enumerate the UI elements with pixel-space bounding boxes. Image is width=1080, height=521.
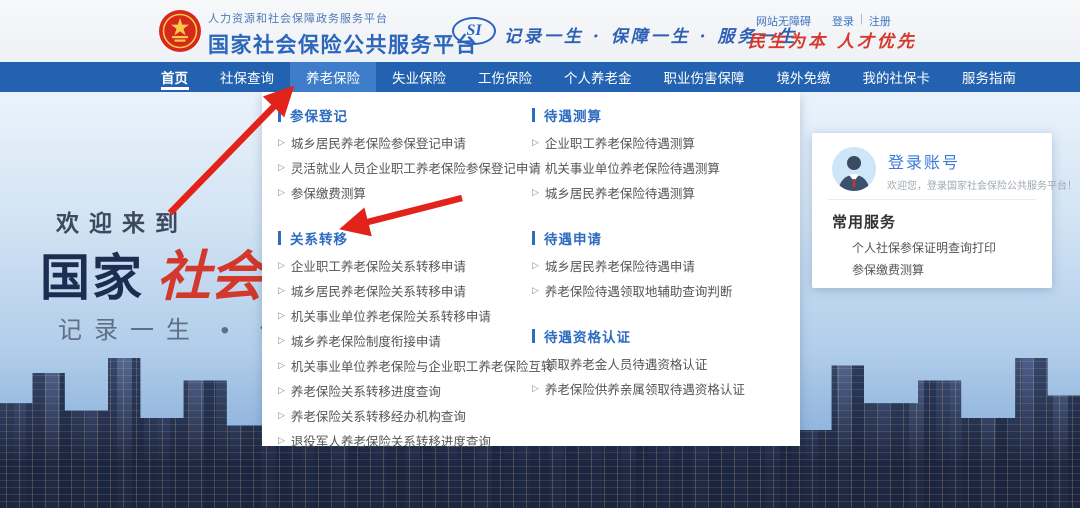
service-link[interactable]: 个人社保参保证明查询打印 — [852, 237, 996, 259]
nav-item-occupational-injury[interactable]: 职业伤害保障 — [648, 62, 761, 92]
site-title: 国家社会保险公共服务平台 — [208, 29, 478, 59]
section-bar-icon — [532, 108, 535, 122]
item-arrow-icon: ▷ — [278, 435, 285, 446]
item-arrow-icon: ▷ — [278, 285, 285, 296]
menu-section-relation-transfer: 关系转移 ▷ 企业职工养老保险关系转移申请 ▷ 城乡居民养老保险关系转移申请 — [278, 229, 530, 453]
nav-item-my-social-security-card[interactable]: 我的社保卡 — [847, 62, 947, 92]
item-arrow-icon: ▷ — [532, 137, 539, 148]
section-title: 待遇资格认证 — [544, 326, 631, 346]
dropdown-column-2: 待遇测算 ▷ 企业职工养老保险待遇测算 ▷ 机关事业单位养老保险待遇测算 — [532, 106, 784, 401]
item-arrow-icon: ▷ — [278, 360, 285, 371]
menu-item-list: ▷ 领取养老金人员待遇资格认证 ▷ 养老保险供养亲属领取待遇资格认证 — [532, 351, 784, 401]
menu-section-benefit-calculation: 待遇测算 ▷ 企业职工养老保险待遇测算 ▷ 机关事业单位养老保险待遇测算 — [532, 106, 784, 205]
menu-item-list: ▷ 城乡居民养老保险待遇申请 ▷ 养老保险待遇领取地辅助查询判断 — [532, 253, 784, 303]
pension-dropdown-menu: 参保登记 ▷ 城乡居民养老保险参保登记申请 ▷ 灵活就业人员企业职工养老保险参保… — [262, 92, 800, 446]
account-card: 登录账号 欢迎您，登录国家社会保险公共服务平台！ 常用服务 个人社保参保证明查询… — [812, 133, 1052, 288]
nav-item-overseas-exemption[interactable]: 境外免缴 — [761, 62, 847, 92]
menu-item[interactable]: ▷ 灵活就业人员企业职工养老保险参保登记申请 — [278, 155, 530, 180]
item-arrow-icon: ▷ — [532, 383, 539, 394]
section-bar-icon — [278, 108, 281, 122]
common-services-title: 常用服务 — [832, 211, 896, 232]
item-arrow-icon: ▷ — [532, 187, 539, 198]
section-title: 待遇测算 — [544, 105, 602, 125]
nav-item-service-guide[interactable]: 服务指南 — [946, 62, 1032, 92]
menu-item-list: ▷ 城乡居民养老保险参保登记申请 ▷ 灵活就业人员企业职工养老保险参保登记申请 … — [278, 130, 530, 205]
menu-item[interactable]: ▷ 城乡居民养老保险参保登记申请 — [278, 130, 530, 155]
menu-section-benefit-qualification: 待遇资格认证 ▷ 领取养老金人员待遇资格认证 ▷ 养老保险供养亲属领取待遇资格认… — [532, 327, 784, 401]
menu-section-registration: 参保登记 ▷ 城乡居民养老保险参保登记申请 ▷ 灵活就业人员企业职工养老保险参保… — [278, 106, 530, 205]
nav-item-social-insurance-query[interactable]: 社保查询 — [204, 62, 290, 92]
item-arrow-icon: ▷ — [278, 385, 285, 396]
hero-banner: 欢迎来到 国家 社会保险 记录一生 • 保障一生 参保登记 ▷ 城乡居民养老保险… — [0, 92, 1080, 508]
item-arrow-icon: ▷ — [278, 137, 285, 148]
section-bar-icon — [532, 329, 535, 343]
item-arrow-icon: ▷ — [278, 335, 285, 346]
services-list: 个人社保参保证明查询打印 参保缴费测算 — [852, 237, 996, 281]
item-arrow-icon: ▷ — [278, 162, 285, 173]
menu-item[interactable]: ▷ 城乡居民养老保险待遇申请 — [532, 253, 784, 278]
menu-item[interactable]: ▷ 参保缴费测算 — [278, 180, 530, 205]
nav-item-work-injury-insurance[interactable]: 工伤保险 — [462, 62, 548, 92]
item-arrow-icon: ▷ — [532, 285, 539, 296]
menu-item[interactable]: ▷ 领取养老金人员待遇资格认证 — [532, 351, 784, 376]
user-avatar-icon — [832, 147, 876, 191]
service-link[interactable]: 参保缴费测算 — [852, 259, 996, 281]
menu-item[interactable]: ▷ 养老保险供养亲属领取待遇资格认证 — [532, 376, 784, 401]
menu-item-list: ▷ 企业职工养老保险关系转移申请 ▷ 城乡居民养老保险关系转移申请 ▷ 机关事业… — [278, 253, 530, 453]
si-logo-icon: SI — [452, 17, 496, 45]
motto-calligraphy: 民生为本 人才优先 — [748, 27, 917, 52]
menu-item[interactable]: ▷ 企业职工养老保险待遇测算 — [532, 130, 784, 155]
nav-item-pension-insurance[interactable]: 养老保险 — [290, 62, 376, 92]
menu-item[interactable]: ▷ 城乡养老保险制度衔接申请 — [278, 328, 530, 353]
nav-item-home[interactable]: 首页 — [145, 62, 204, 92]
hero-title-dark: 国家 — [40, 250, 144, 306]
item-arrow-icon: ▷ — [278, 310, 285, 321]
main-navbar: 首页 社保查询 养老保险 失业保险 工伤保险 个人养老金 职业伤害保障 境外免缴… — [0, 62, 1080, 92]
section-bar-icon — [278, 231, 281, 245]
divider — [828, 199, 1036, 200]
welcome-text: 欢迎您，登录国家社会保险公共服务平台！ — [887, 177, 1077, 192]
brand-block: 人力资源和社会保障政务服务平台 国家社会保险公共服务平台 — [208, 10, 478, 59]
menu-item[interactable]: ▷ 城乡居民养老保险待遇测算 — [532, 180, 784, 205]
item-arrow-icon: ▷ — [532, 162, 539, 173]
section-title: 参保登记 — [290, 105, 348, 125]
menu-item[interactable]: ▷ 企业职工养老保险关系转移申请 — [278, 253, 530, 278]
section-title: 关系转移 — [290, 228, 348, 248]
item-arrow-icon: ▷ — [278, 410, 285, 421]
menu-item[interactable]: ▷ 机关事业单位养老保险关系转移申请 — [278, 303, 530, 328]
menu-item[interactable]: ▷ 城乡居民养老保险关系转移申请 — [278, 278, 530, 303]
menu-item[interactable]: ▷ 退役军人养老保险关系转移进度查询 — [278, 428, 530, 453]
item-arrow-icon: ▷ — [532, 358, 539, 369]
nav-item-personal-pension[interactable]: 个人养老金 — [548, 62, 648, 92]
item-arrow-icon: ▷ — [532, 260, 539, 271]
menu-item-list: ▷ 企业职工养老保险待遇测算 ▷ 机关事业单位养老保险待遇测算 ▷ 城乡居民养老… — [532, 130, 784, 205]
login-account-link[interactable]: 登录账号 — [888, 149, 960, 173]
top-header: 人力资源和社会保障政务服务平台 国家社会保险公共服务平台 SI 记录一生 · 保… — [0, 0, 1080, 62]
dropdown-column-1: 参保登记 ▷ 城乡居民养老保险参保登记申请 ▷ 灵活就业人员企业职工养老保险参保… — [278, 106, 530, 453]
section-title: 待遇申请 — [544, 228, 602, 248]
menu-item[interactable]: ▷ 养老保险待遇领取地辅助查询判断 — [532, 278, 784, 303]
menu-item[interactable]: ▷ 养老保险关系转移经办机构查询 — [278, 403, 530, 428]
item-arrow-icon: ▷ — [278, 187, 285, 198]
menu-item[interactable]: ▷ 机关事业单位养老保险待遇测算 — [532, 155, 784, 180]
national-emblem-icon — [158, 9, 202, 53]
nav-item-unemployment-insurance[interactable]: 失业保险 — [376, 62, 462, 92]
ministry-line: 人力资源和社会保障政务服务平台 — [208, 10, 478, 26]
menu-item[interactable]: ▷ 机关事业单位养老保险与企业职工养老保险互转 — [278, 353, 530, 378]
menu-item[interactable]: ▷ 养老保险关系转移进度查询 — [278, 378, 530, 403]
menu-section-benefit-application: 待遇申请 ▷ 城乡居民养老保险待遇申请 ▷ 养老保险待遇领取地辅助查询判断 — [532, 229, 784, 303]
item-arrow-icon: ▷ — [278, 260, 285, 271]
section-bar-icon — [532, 231, 535, 245]
